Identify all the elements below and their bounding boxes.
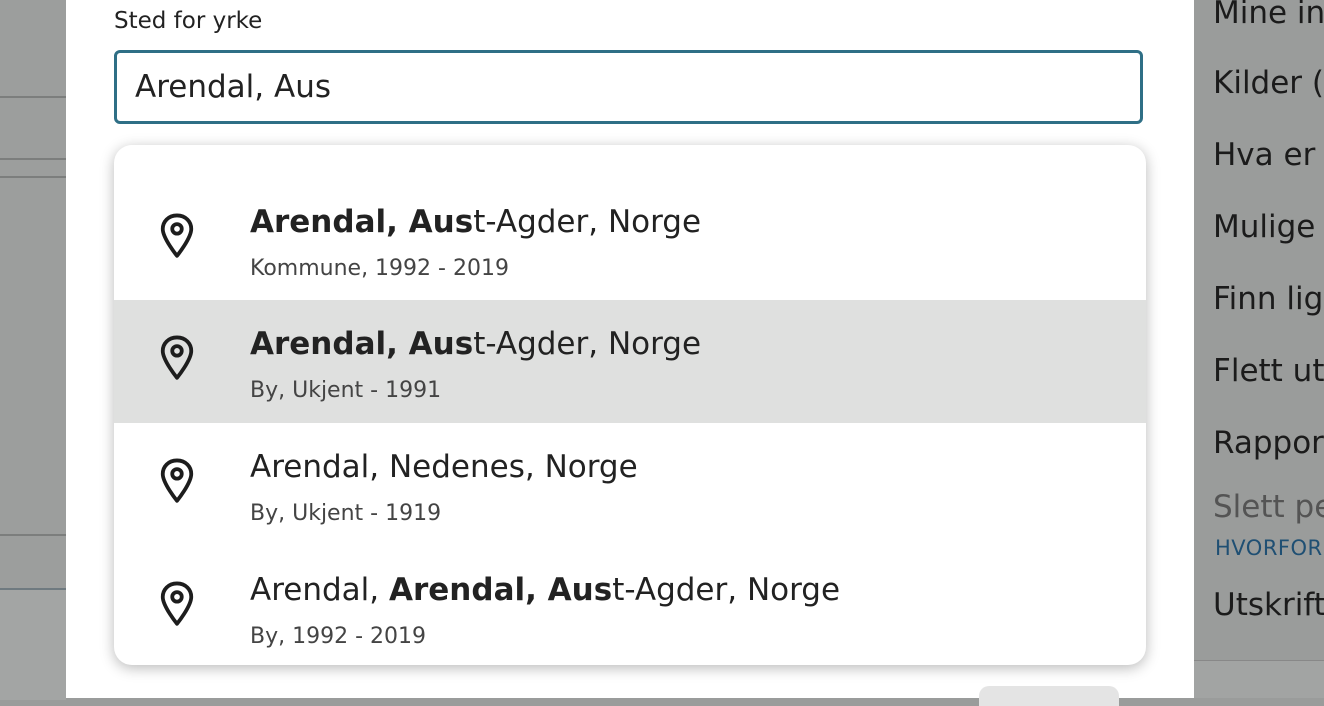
- side-menu-item-rapporter[interactable]: Rappor: [1213, 428, 1324, 459]
- background-left-footer: [0, 588, 66, 700]
- side-menu-item-finn-lignende[interactable]: Finn lig: [1213, 284, 1323, 315]
- suggestion-rest: t-Agder, Norge: [612, 572, 841, 608]
- suggestion-title: Arendal, Aust-Agder, Norge: [250, 326, 701, 362]
- suggestion-match: Arendal, Aus: [250, 326, 474, 362]
- suggestion-subtitle: By, 1992 - 2019: [250, 624, 426, 649]
- divider: [0, 96, 66, 98]
- background-left-panel: [0, 0, 66, 700]
- suggestion-subtitle: Kommune, 1992 - 2019: [250, 256, 509, 281]
- suggestion-item[interactable]: Arendal, Nedenes, Norge By, Ukjent - 191…: [114, 423, 1146, 546]
- suggestion-title: Arendal, Nedenes, Norge: [250, 449, 638, 485]
- side-menu-item-hva-er[interactable]: Hva er r: [1213, 140, 1324, 171]
- side-menu-item-mine-info[interactable]: Mine in: [1213, 0, 1324, 29]
- location-pin-icon: [160, 458, 194, 503]
- location-pin-icon: [160, 335, 194, 380]
- suggestion-title: Arendal, Aust-Agder, Norge: [250, 204, 701, 240]
- side-menu-item-kilder[interactable]: Kilder (: [1213, 68, 1324, 99]
- side-menu-item-utskrift[interactable]: Utskrift: [1213, 590, 1324, 621]
- side-menu-footer: [1194, 660, 1324, 698]
- location-pin-icon: [160, 213, 194, 258]
- suggestion-item-highlighted[interactable]: Arendal, Aust-Agder, Norge By, Ukjent - …: [114, 300, 1146, 423]
- suggestion-rest: t-Agder, Norge: [473, 326, 702, 362]
- side-menu-item-mulige[interactable]: Mulige: [1213, 212, 1315, 243]
- suggestion-subtitle: By, Ukjent - 1991: [250, 378, 442, 403]
- place-suggestions-dropdown: Arendal, Aust-Agder, Norge Kommune, 1992…: [114, 145, 1146, 665]
- side-menu-item-flett[interactable]: Flett utf: [1213, 356, 1324, 387]
- place-field-label: Sted for yrke: [114, 8, 263, 34]
- suggestion-item[interactable]: Arendal, Aust-Agder, Norge Kommune, 1992…: [114, 178, 1146, 301]
- suggestion-subtitle: By, Ukjent - 1919: [250, 501, 442, 526]
- why-link[interactable]: HVORFOR: [1215, 536, 1323, 560]
- suggestion-prefix: Arendal,: [250, 572, 389, 608]
- divider: [0, 158, 66, 160]
- suggestion-match: Arendal, Aus: [250, 204, 474, 240]
- suggestion-item[interactable]: Arendal, Arendal, Aust-Agder, Norge By, …: [114, 546, 1146, 665]
- suggestion-rest: t-Agder, Norge: [473, 204, 702, 240]
- divider: [0, 534, 66, 536]
- side-menu: Mine in Kilder ( Hva er r Mulige Finn li…: [1194, 0, 1324, 698]
- side-menu-item-slett-person: Slett pe: [1213, 489, 1324, 525]
- dialog-action-button[interactable]: [979, 686, 1119, 706]
- suggestion-match: Arendal, Aus: [389, 572, 613, 608]
- location-pin-icon: [160, 581, 194, 626]
- place-input[interactable]: [114, 50, 1143, 124]
- divider: [0, 176, 66, 178]
- suggestion-title: Arendal, Arendal, Aust-Agder, Norge: [250, 572, 840, 608]
